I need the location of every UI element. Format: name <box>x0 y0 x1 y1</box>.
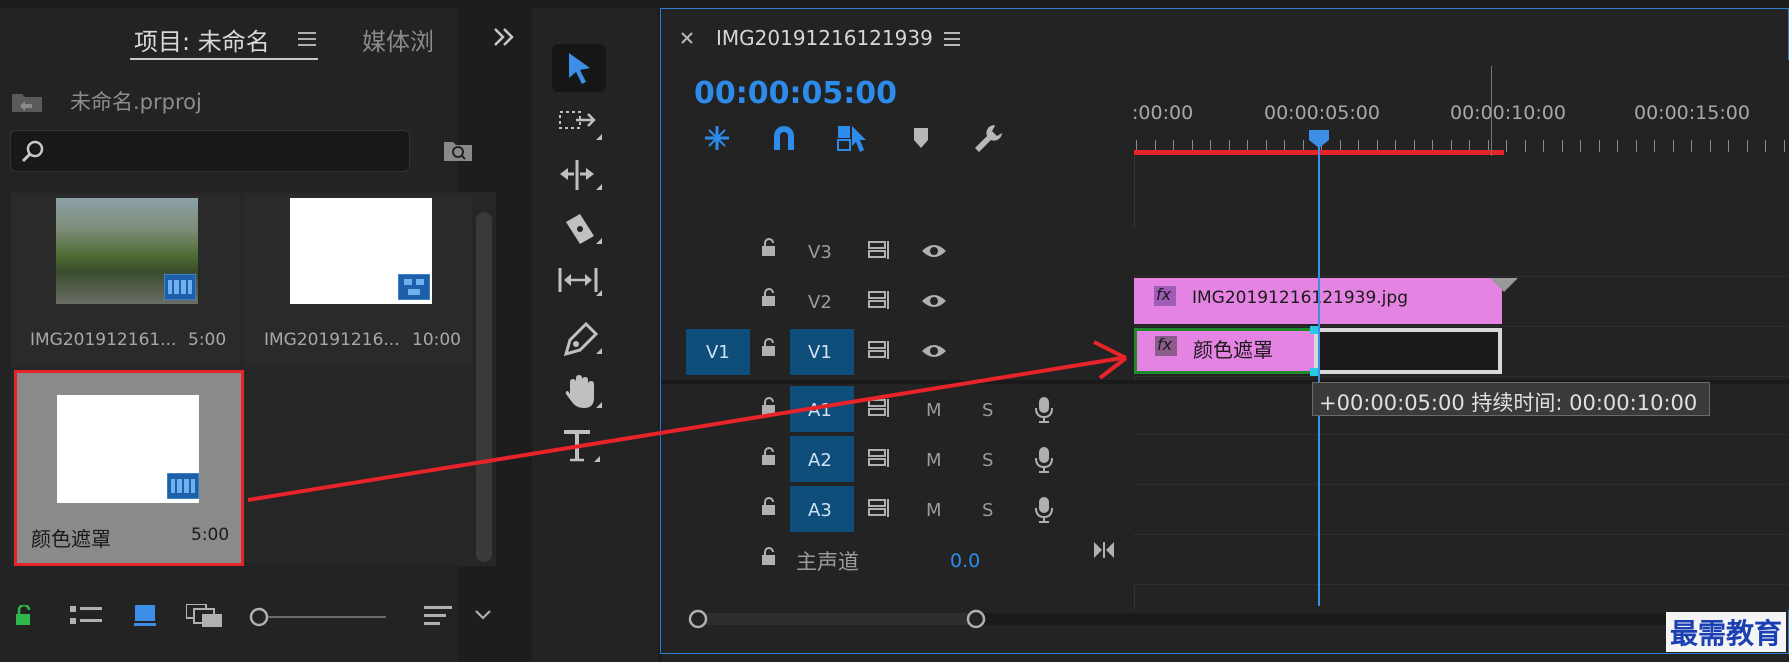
annotation-arrow <box>247 340 1128 502</box>
watermark: 最需教育 <box>1666 612 1787 652</box>
